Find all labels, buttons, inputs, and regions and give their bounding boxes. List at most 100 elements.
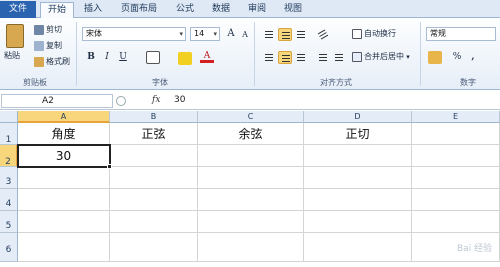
grow-font-button[interactable]: A — [224, 27, 238, 40]
cell-e4[interactable] — [412, 189, 500, 211]
watermark: Bai 经验 — [456, 244, 492, 254]
shrink-font-button[interactable]: A — [238, 28, 252, 41]
tab-formulas[interactable]: 公式 — [170, 2, 200, 18]
active-cell-border — [17, 144, 111, 168]
tab-review[interactable]: 审阅 — [242, 2, 272, 18]
cell-b3[interactable] — [110, 167, 198, 189]
paintbrush-icon — [34, 56, 44, 67]
wrap-text-label: 自动换行 — [364, 29, 396, 38]
currency-icon[interactable] — [428, 51, 442, 64]
cell-c4[interactable] — [198, 189, 304, 211]
row-header-3[interactable]: 3 — [0, 167, 18, 189]
cell-b2[interactable] — [110, 145, 198, 167]
formula-input[interactable]: 30 — [174, 95, 185, 105]
underline-label: U — [119, 52, 127, 62]
cell-c5[interactable] — [198, 211, 304, 233]
tab-data[interactable]: 数据 — [206, 2, 236, 18]
cell-d3[interactable] — [304, 167, 412, 189]
paste-label: 粘贴 — [4, 51, 20, 60]
cell-e3[interactable] — [412, 167, 500, 189]
column-header-d[interactable]: D — [304, 111, 412, 123]
row-header-5[interactable]: 5 — [0, 211, 18, 233]
number-format-value: 常规 — [430, 29, 446, 38]
decrease-indent-icon[interactable] — [316, 51, 330, 64]
cell-b6[interactable] — [110, 233, 198, 262]
cell-d6[interactable] — [304, 233, 412, 262]
cell-a5[interactable] — [18, 211, 110, 233]
cell-b4[interactable] — [110, 189, 198, 211]
align-top-icon[interactable] — [262, 28, 276, 41]
separator — [254, 22, 255, 86]
cell-b1[interactable]: 正弦 — [110, 123, 198, 145]
percent-button[interactable]: % — [450, 51, 464, 64]
italic-button[interactable]: I — [100, 51, 114, 64]
copy-button[interactable]: 复制 — [34, 40, 62, 52]
font-size-select[interactable]: 14 ▾ — [190, 27, 220, 41]
tab-insert[interactable]: 插入 — [78, 2, 108, 18]
align-bottom-icon[interactable] — [294, 28, 308, 41]
comma-button[interactable]: , — [466, 51, 480, 64]
cut-label: 剪切 — [46, 25, 62, 34]
wrap-text-button[interactable]: 自动换行 — [352, 28, 396, 40]
row-header-4[interactable]: 4 — [0, 189, 18, 211]
align-left-icon[interactable] — [262, 51, 276, 64]
select-all-corner[interactable] — [0, 111, 18, 123]
expand-icon[interactable] — [116, 96, 126, 106]
fill-handle[interactable] — [107, 164, 112, 169]
cell-c6[interactable] — [198, 233, 304, 262]
cell-a4[interactable] — [18, 189, 110, 211]
ribbon: 粘贴 剪切 复制 格式刷 剪贴板 宋体 ▾ 14 ▾ A A B I U A 字体 … — [0, 18, 500, 90]
tab-home[interactable]: 开始 — [40, 2, 74, 19]
tab-page-layout[interactable]: 页面布局 — [114, 2, 164, 18]
chevron-down-icon: ▾ — [179, 30, 183, 38]
align-right-icon[interactable] — [294, 51, 308, 64]
chevron-down-icon: ▾ — [404, 53, 410, 61]
separator — [76, 22, 77, 86]
paste-button[interactable]: 粘贴 — [4, 50, 20, 62]
cell-a1[interactable]: 角度 — [18, 123, 110, 145]
cell-e5[interactable] — [412, 211, 500, 233]
clipboard-group-label: 剪贴板 — [23, 78, 47, 87]
merge-center-button[interactable]: 合并后居中 ▾ — [352, 51, 410, 63]
cell-d5[interactable] — [304, 211, 412, 233]
cell-a3[interactable] — [18, 167, 110, 189]
cell-d1[interactable]: 正切 — [304, 123, 412, 145]
insert-function-button[interactable]: fx — [152, 95, 160, 105]
column-header-e[interactable]: E — [412, 111, 500, 123]
align-center-icon[interactable] — [278, 51, 292, 64]
font-color-button[interactable]: A — [200, 50, 214, 63]
cell-e2[interactable] — [412, 145, 500, 167]
worksheet-grid: A B C D E 1 2 3 4 5 6 角度 正弦 余弦 正切 30 — [0, 111, 500, 262]
cell-a6[interactable] — [18, 233, 110, 262]
name-box[interactable]: A2 — [1, 94, 113, 108]
separator — [420, 22, 421, 86]
cell-b5[interactable] — [110, 211, 198, 233]
cell-d2[interactable] — [304, 145, 412, 167]
cell-d4[interactable] — [304, 189, 412, 211]
underline-button[interactable]: U — [116, 51, 130, 64]
fill-color-icon[interactable] — [178, 52, 192, 65]
cut-button[interactable]: 剪切 — [34, 24, 62, 36]
font-name-value: 宋体 — [86, 29, 102, 38]
increase-indent-icon[interactable] — [332, 51, 346, 64]
row-header-1[interactable]: 1 — [0, 123, 18, 145]
borders-icon[interactable] — [146, 51, 160, 64]
cell-e1[interactable] — [412, 123, 500, 145]
tab-file[interactable]: 文件 — [0, 1, 36, 18]
row-header-6[interactable]: 6 — [0, 233, 18, 262]
orientation-icon[interactable] — [316, 28, 330, 41]
italic-label: I — [105, 52, 109, 62]
column-header-a[interactable]: A — [18, 111, 110, 123]
row-header-2[interactable]: 2 — [0, 145, 18, 167]
bold-button[interactable]: B — [84, 51, 98, 64]
format-painter-button[interactable]: 格式刷 — [34, 56, 70, 68]
column-header-c[interactable]: C — [198, 111, 304, 123]
cell-c1[interactable]: 余弦 — [198, 123, 304, 145]
number-format-select[interactable]: 常规 — [426, 27, 496, 41]
column-header-b[interactable]: B — [110, 111, 198, 123]
tab-view[interactable]: 视图 — [278, 2, 308, 18]
cell-c2[interactable] — [198, 145, 304, 167]
align-middle-icon[interactable] — [278, 28, 292, 41]
font-name-select[interactable]: 宋体 ▾ — [82, 27, 186, 41]
cell-c3[interactable] — [198, 167, 304, 189]
